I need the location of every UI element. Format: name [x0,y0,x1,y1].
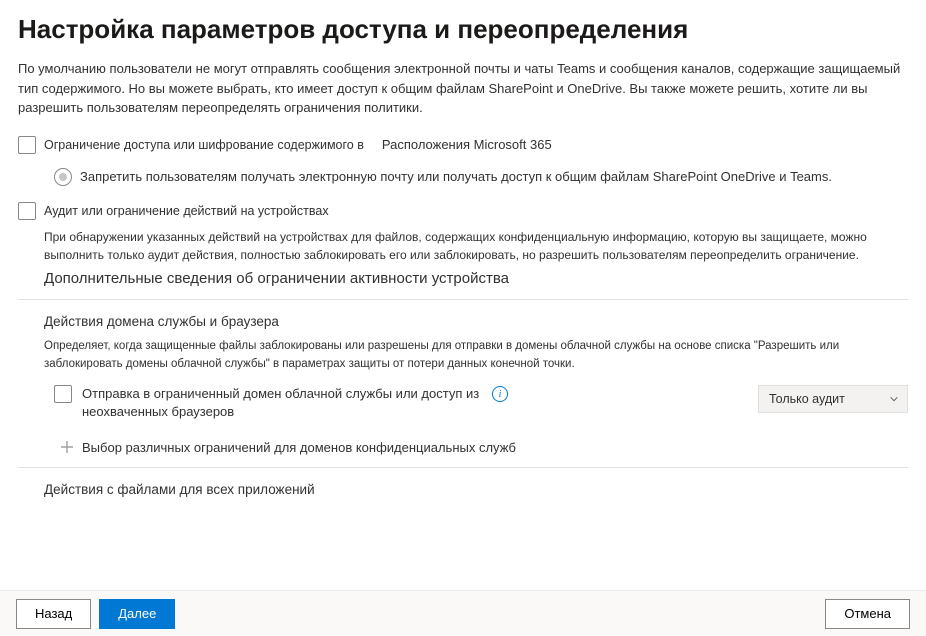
section-audit-devices: Аудит или ограничение действий на устрой… [18,202,908,287]
info-icon[interactable]: i [492,386,508,402]
add-sensitive-domain-restrictions[interactable]: Выбор различных ограничений для доменов … [60,440,908,455]
restrict-access-checkbox[interactable] [18,136,36,154]
audit-devices-checkbox[interactable] [18,202,36,220]
next-button[interactable]: Далее [99,599,175,629]
section-file-actions: Действия с файлами для всех приложений [18,482,908,497]
restricted-domain-checkbox[interactable] [54,385,72,403]
plus-icon [60,440,74,454]
chevron-down-icon [889,394,899,404]
restrict-access-locations-tag: Расположения Microsoft 365 [382,137,552,152]
footer-bar: Назад Далее Отмена [0,590,926,636]
audit-mode-dropdown-value: Только аудит [769,392,845,406]
file-actions-title: Действия с файлами для всех приложений [44,482,908,497]
domain-browser-description: Определяет, когда защищенные файлы забло… [44,337,908,374]
block-users-radio[interactable] [54,168,72,186]
audit-devices-description: При обнаружении указанных действий на ус… [44,228,908,264]
page-title: Настройка параметров доступа и переопред… [18,14,908,45]
device-activity-learn-more-link[interactable]: Дополнительные сведения об ограничении а… [44,270,908,287]
add-sensitive-domain-label: Выбор различных ограничений для доменов … [82,440,516,455]
cancel-button[interactable]: Отмена [825,599,910,629]
restrict-access-label: Ограничение доступа или шифрование содер… [44,138,364,152]
audit-mode-dropdown[interactable]: Только аудит [758,385,908,413]
block-users-radio-label: Запретить пользователям получать электро… [80,169,832,184]
divider [18,467,908,468]
section-restrict-access: Ограничение доступа или шифрование содер… [18,136,908,186]
page-intro: По умолчанию пользователи не могут отпра… [18,59,908,118]
restricted-domain-label: Отправка в ограниченный домен облачной с… [82,385,482,421]
divider [18,299,908,300]
audit-devices-label: Аудит или ограничение действий на устрой… [44,204,329,218]
section-domain-browser: Действия домена службы и браузера Опреде… [18,314,908,455]
domain-browser-title: Действия домена службы и браузера [44,314,908,329]
back-button[interactable]: Назад [16,599,91,629]
